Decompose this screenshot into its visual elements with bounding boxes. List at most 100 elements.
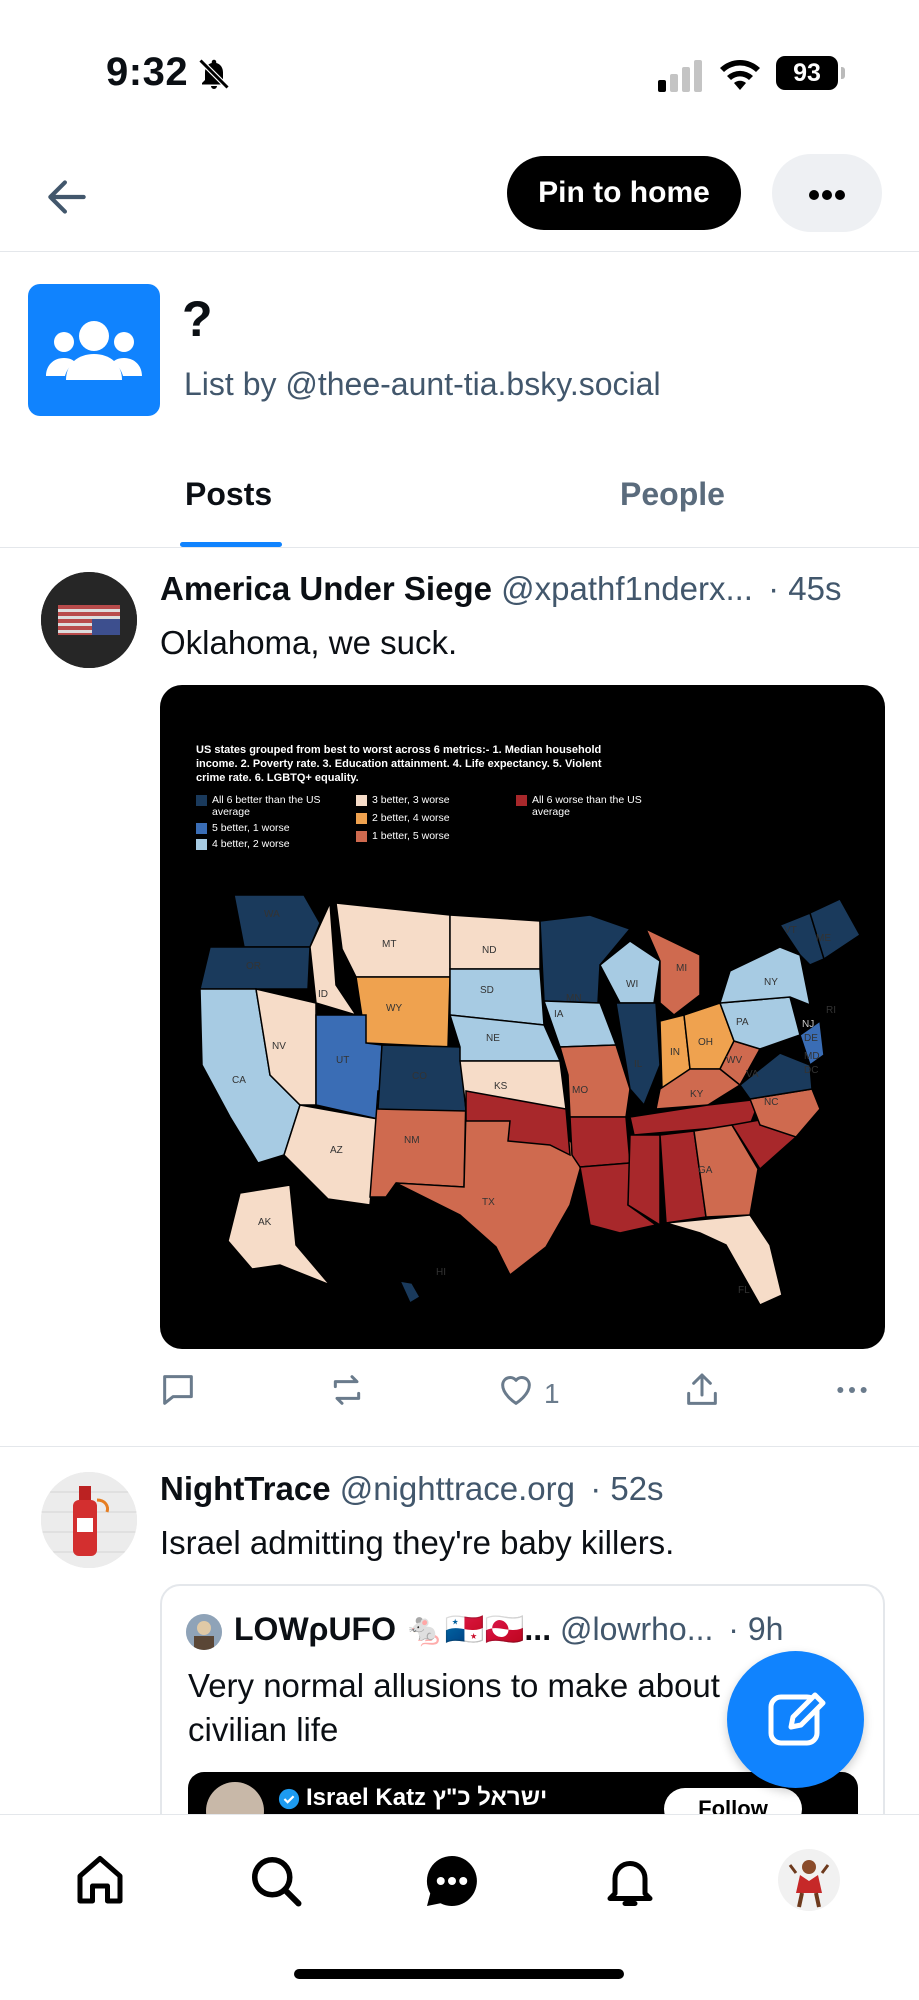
svg-text:FL: FL [738,1285,750,1296]
svg-text:AK: AK [258,1217,272,1228]
svg-text:AZ: AZ [330,1145,343,1156]
notifications-bell-icon[interactable] [600,1851,660,1911]
list-title: ? [182,291,213,347]
svg-text:OH: OH [698,1037,713,1048]
post-divider [0,1446,919,1447]
status-bar: 9:32 93 [0,0,919,140]
state-AK [227,1184,331,1286]
reply-icon[interactable] [158,1370,198,1410]
post-actions: 1 [0,1370,919,1420]
tab-people[interactable]: People [620,476,725,513]
list-by-line[interactable]: List by @thee-aunt-tia.bsky.social [184,366,661,403]
svg-text:KS: KS [494,1081,508,1092]
people-group-icon [46,321,142,380]
upside-down-flag-icon [41,572,137,668]
svg-text:WY: WY [386,1003,402,1014]
svg-text:NC: NC [764,1097,778,1108]
compose-post-button[interactable] [727,1651,864,1788]
pin-to-home-button[interactable]: Pin to home [507,156,741,230]
post-header: America Under Siege @xpathf1nderx... · 4… [160,570,842,608]
post-header: NightTrace @nighttrace.org · 52s [160,1470,664,1508]
dot [809,190,819,200]
state-MO [559,1044,631,1118]
author-handle[interactable]: @xpathf1nderx... [501,570,753,607]
profile-avatar[interactable] [778,1849,840,1911]
post-time: · 45s [768,570,842,607]
quoted-author-avatar [186,1614,222,1650]
author-handle[interactable]: @nighttrace.org [340,1470,575,1507]
svg-text:CA: CA [232,1075,246,1086]
svg-text:DC: DC [804,1065,818,1076]
status-time: 9:32 [106,50,189,94]
list-avatar [28,284,160,416]
like-icon[interactable] [496,1370,536,1410]
svg-text:IL: IL [634,1059,643,1070]
list-header: Pin to home [0,140,919,252]
bottle-graffiti-icon [41,1472,137,1568]
verified-badge-icon [278,1788,300,1810]
svg-text:CO: CO [412,1071,427,1082]
home-icon[interactable] [70,1851,130,1911]
search-icon[interactable] [246,1851,306,1911]
svg-text:ND: ND [482,945,496,956]
post-text: Israel admitting they're baby killers. [160,1524,675,1561]
post-time: · 52s [590,1470,664,1507]
dot [822,190,832,200]
quoted-post-text: Very normal allusions to make about civi… [188,1667,720,1748]
quoted-post-header: LOWρUFO 🐁🇵🇦🇬🇱... @lowrho... · 9h [234,1610,783,1648]
chat-icon[interactable] [422,1851,482,1911]
post-text: Oklahoma, we suck. [160,624,458,661]
svg-text:MO: MO [572,1085,588,1096]
svg-text:GA: GA [698,1165,713,1176]
svg-text:NY: NY [764,977,778,988]
post-image-map[interactable]: US states grouped from best to worst acr… [160,685,885,1349]
battery-level: 93 [776,56,838,90]
state-NY [718,946,812,1007]
tab-posts[interactable]: Posts [185,476,272,513]
post-avatar[interactable] [41,1472,137,1568]
svg-text:VT: VT [784,925,797,936]
svg-text:IA: IA [554,1009,564,1020]
state-IA [542,1000,618,1048]
author-name[interactable]: America Under Siege [160,570,492,607]
post-avatar[interactable] [41,572,137,668]
svg-text:WI: WI [626,979,638,990]
state-FL [665,1214,783,1306]
svg-text:SD: SD [480,985,494,996]
compose-icon [768,1692,826,1746]
svg-text:DE: DE [804,1033,818,1044]
quoted-author-name[interactable]: LOWρUFO 🐁🇵🇦🇬🇱... [234,1611,551,1647]
svg-text:WA: WA [264,909,280,920]
svg-text:NV: NV [272,1041,286,1052]
state-ND [449,914,541,970]
svg-text:IN: IN [670,1047,680,1058]
share-icon[interactable] [682,1370,722,1410]
svg-text:MI: MI [676,963,687,974]
quoted-author-handle[interactable]: @lowrho... [560,1611,713,1647]
more-options-button[interactable] [772,154,882,232]
svg-text:ID: ID [318,989,328,1000]
post-more-icon[interactable] [832,1370,872,1410]
svg-text:MD: MD [804,1051,820,1062]
svg-text:OR: OR [246,961,261,972]
state-WA [233,894,321,948]
svg-text:NE: NE [486,1033,500,1044]
tab-bar: Posts People [0,450,919,548]
svg-text:HI: HI [436,1267,446,1278]
profile-avatar-image [788,1860,830,1908]
embedded-author-name: Israel Katz ישראל כ"ץ [306,1784,548,1811]
svg-text:NM: NM [404,1135,420,1146]
home-indicator [294,1969,624,1979]
svg-text:ME: ME [816,933,831,944]
back-arrow-icon[interactable] [42,172,92,222]
svg-text:KY: KY [690,1089,704,1100]
repost-icon[interactable] [327,1370,367,1410]
avatar-image-icon [186,1614,222,1650]
state-WY [355,976,451,1048]
state-AR [569,1116,631,1168]
author-name[interactable]: NightTrace [160,1470,331,1507]
svg-text:RI: RI [826,1005,836,1016]
svg-text:MT: MT [382,939,396,950]
svg-text:PA: PA [736,1017,749,1028]
bottom-navigation [0,1814,919,2000]
